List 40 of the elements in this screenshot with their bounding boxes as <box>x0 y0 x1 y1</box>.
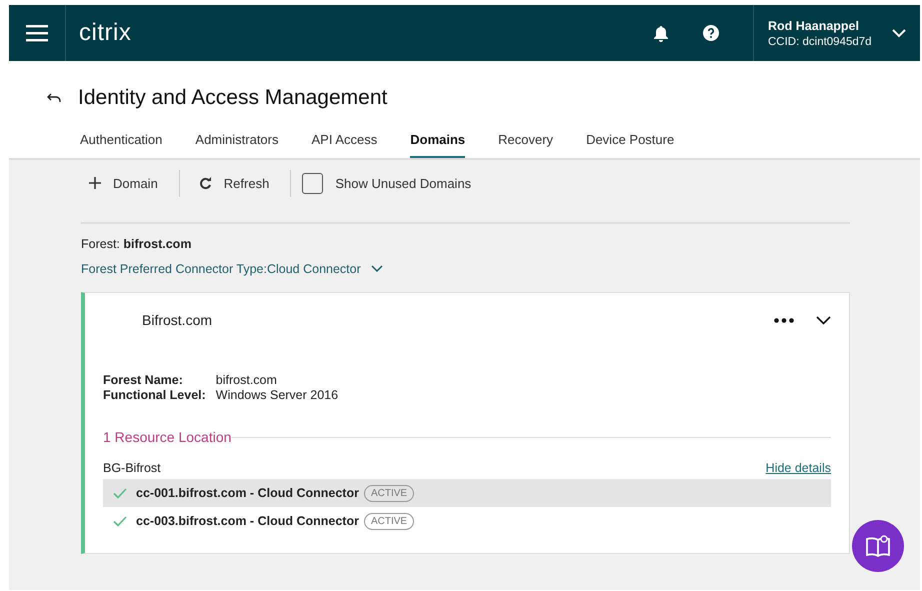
plus-icon <box>89 177 101 189</box>
forest-label: Forest: bifrost.com <box>81 237 192 251</box>
notification-icon[interactable] <box>653 24 669 42</box>
detail-value: Windows Server 2016 <box>216 388 340 403</box>
book-icon <box>865 534 891 558</box>
refresh-button[interactable]: Refresh <box>190 176 278 190</box>
tab[interactable]: API Access <box>311 131 378 158</box>
refresh-icon <box>198 176 212 190</box>
customer-id: CCID: dcint0945d7d <box>768 36 873 48</box>
connector-name: cc-001.bifrost.com - Cloud Connector <box>136 486 359 500</box>
detail-value: bifrost.com <box>216 373 278 388</box>
help-icon[interactable] <box>703 25 719 41</box>
tab[interactable]: Recovery <box>498 131 554 158</box>
chevron-down-icon[interactable] <box>816 316 831 324</box>
detail-label: Functional Level: <box>103 388 206 403</box>
status-badge: ACTIVE <box>364 484 414 502</box>
status-badge: ACTIVE <box>364 512 414 530</box>
check-icon <box>113 488 127 498</box>
checkbox[interactable] <box>302 172 324 194</box>
check-icon <box>113 516 127 526</box>
tab[interactable]: Authentication <box>80 131 162 158</box>
domain-name: Bifrost.com <box>142 312 214 328</box>
page-title: Identity and Access Management <box>78 86 388 110</box>
add-domain-button[interactable]: Domain <box>81 176 166 190</box>
user-name: Rod Haanappel <box>768 18 860 32</box>
hide-details-link[interactable]: Hide details <box>766 461 831 475</box>
section-heading: 1 Resource Location <box>103 429 232 445</box>
detail-label: Forest Name: <box>103 373 184 388</box>
chevron-down-icon <box>370 265 383 273</box>
checkbox-label: Show Unused Domains <box>335 176 472 190</box>
logo: citrix <box>79 19 132 47</box>
connector-name: cc-003.bifrost.com - Cloud Connector <box>136 514 359 528</box>
location-name: BG-Bifrost <box>103 461 161 475</box>
tab[interactable]: Administrators <box>195 131 278 158</box>
tab[interactable]: Device Posture <box>586 131 674 158</box>
connector-row[interactable]: cc-001.bifrost.com - Cloud Connector ACTIVE <box>103 479 831 507</box>
back-arrow-icon[interactable] <box>47 93 61 103</box>
more-options-icon[interactable] <box>774 318 794 322</box>
connector-type-dropdown[interactable]: Forest Preferred Connector Type:Cloud Connector <box>81 262 383 276</box>
connector-row[interactable]: cc-003.bifrost.com - Cloud Connector ACTIVE <box>103 507 831 535</box>
